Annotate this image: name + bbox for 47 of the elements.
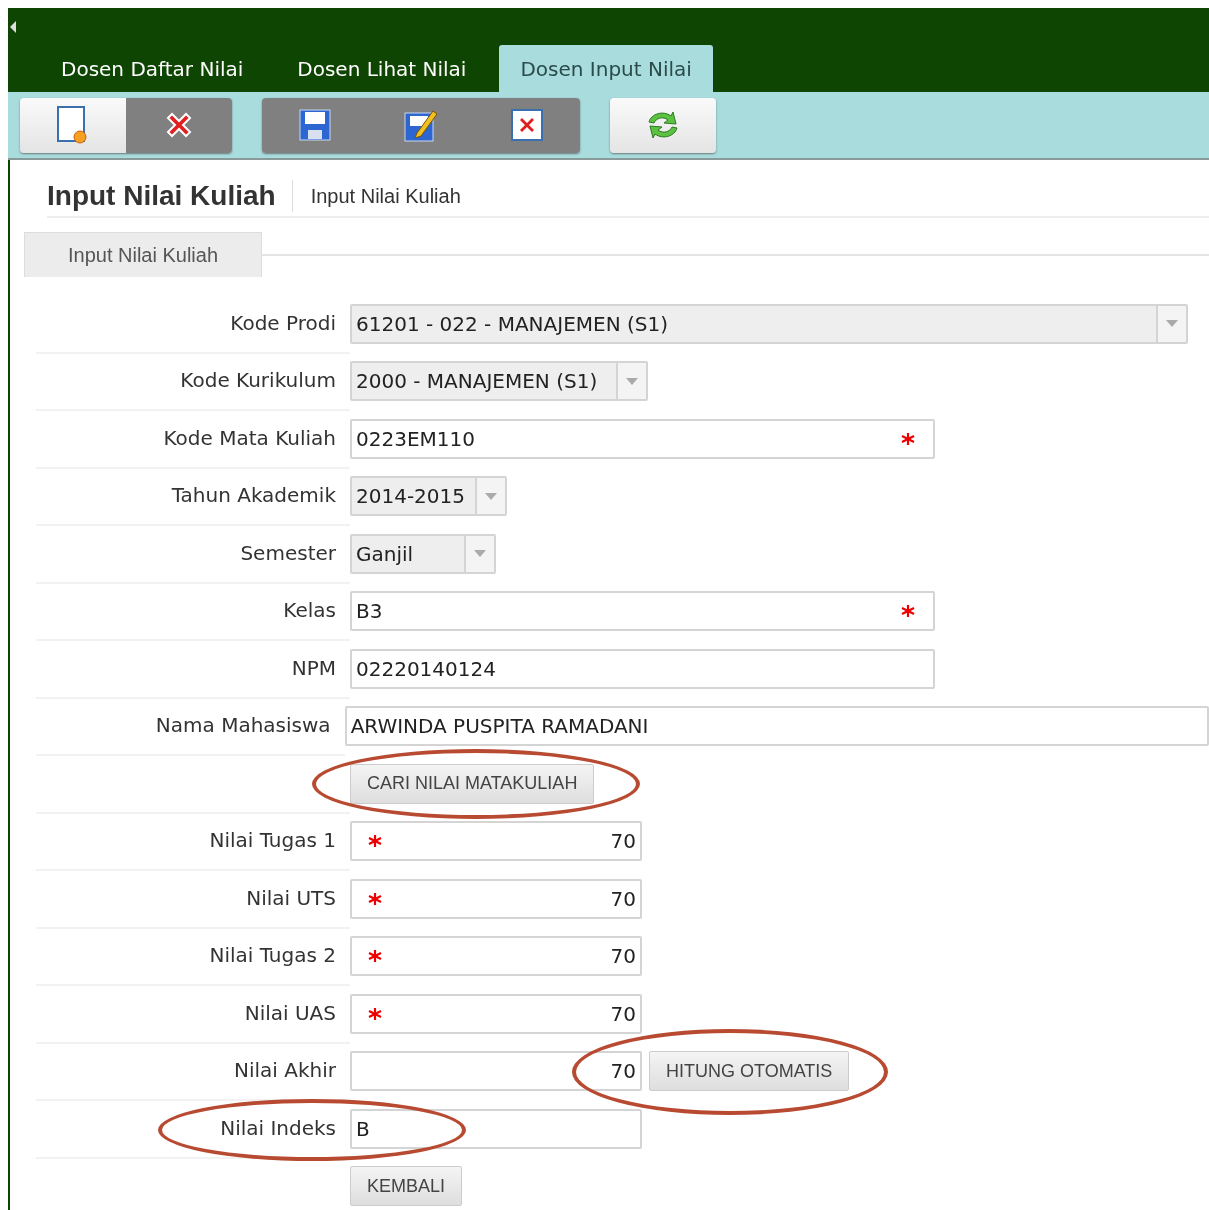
tab[interactable]: Dosen Daftar Nilai bbox=[40, 45, 265, 92]
input-field[interactable]: B3 bbox=[350, 591, 935, 632]
tab[interactable]: Dosen Input Nilai bbox=[499, 45, 713, 92]
input-field[interactable]: 02220140124 bbox=[350, 648, 935, 689]
breadcrumb: Input Nilai Kuliah bbox=[310, 184, 461, 208]
select-field[interactable]: 61201 - 022 - MANAJEMEN (S1) bbox=[350, 303, 1188, 344]
select-field[interactable]: 2014-2015 bbox=[350, 476, 507, 517]
tab[interactable]: Dosen Lihat Nilai bbox=[276, 45, 488, 92]
field-label: Kelas bbox=[283, 598, 336, 623]
field-label: Nilai UAS bbox=[244, 1000, 336, 1025]
page-title: Input Nilai Kuliah bbox=[47, 180, 293, 212]
field-label: Nilai UTS bbox=[246, 885, 336, 910]
input-field[interactable]: ARWINDA PUSPITA RAMADANI bbox=[344, 706, 1209, 747]
input-field[interactable]: 70 bbox=[350, 821, 642, 862]
select-field[interactable]: 2000 - MANAJEMEN (S1) bbox=[350, 361, 648, 402]
field-label: NPM bbox=[291, 655, 336, 680]
field-label: Nilai Indeks bbox=[220, 1115, 336, 1140]
caret-icon bbox=[1166, 320, 1178, 328]
field-label: Kode Prodi bbox=[230, 310, 336, 335]
toolbar-button[interactable] bbox=[610, 97, 716, 153]
field-label: Semester bbox=[240, 540, 336, 565]
input-field[interactable]: 0223EM110 bbox=[350, 418, 935, 459]
caret-icon bbox=[626, 377, 638, 385]
field-label: Nilai Tugas 1 bbox=[209, 828, 336, 853]
action-button[interactable]: CARI NILAI MATAKULIAH bbox=[350, 763, 595, 804]
calculate-button[interactable]: HITUNG OTOMATIS bbox=[649, 1051, 850, 1092]
save-icon bbox=[299, 109, 331, 141]
collapse-icon[interactable] bbox=[10, 20, 16, 33]
toolbar-button[interactable] bbox=[20, 97, 126, 153]
field-label: Kode Kurikulum bbox=[180, 368, 336, 393]
section-tab[interactable]: Input Nilai Kuliah bbox=[24, 232, 262, 277]
field-label: Kode Mata Kuliah bbox=[163, 425, 336, 450]
input-field[interactable]: 70 bbox=[350, 1051, 642, 1092]
caret-icon bbox=[485, 492, 497, 500]
delete-icon bbox=[511, 109, 543, 141]
select-field[interactable]: Ganjil bbox=[350, 533, 496, 574]
input-field[interactable]: 70 bbox=[350, 878, 642, 919]
field-label: Tahun Akademik bbox=[171, 483, 336, 508]
field-label: Nama Mahasiswa bbox=[155, 713, 331, 738]
input-field[interactable]: 70 bbox=[350, 993, 642, 1034]
input-field[interactable]: 70 bbox=[350, 936, 642, 977]
action-button[interactable]: KEMBALI bbox=[350, 1166, 463, 1207]
field-label: Nilai Akhir bbox=[234, 1058, 336, 1083]
field-label: Nilai Tugas 2 bbox=[209, 943, 336, 968]
caret-icon bbox=[474, 550, 486, 558]
new-document-icon bbox=[56, 105, 90, 145]
input-field[interactable]: B bbox=[350, 1108, 642, 1149]
